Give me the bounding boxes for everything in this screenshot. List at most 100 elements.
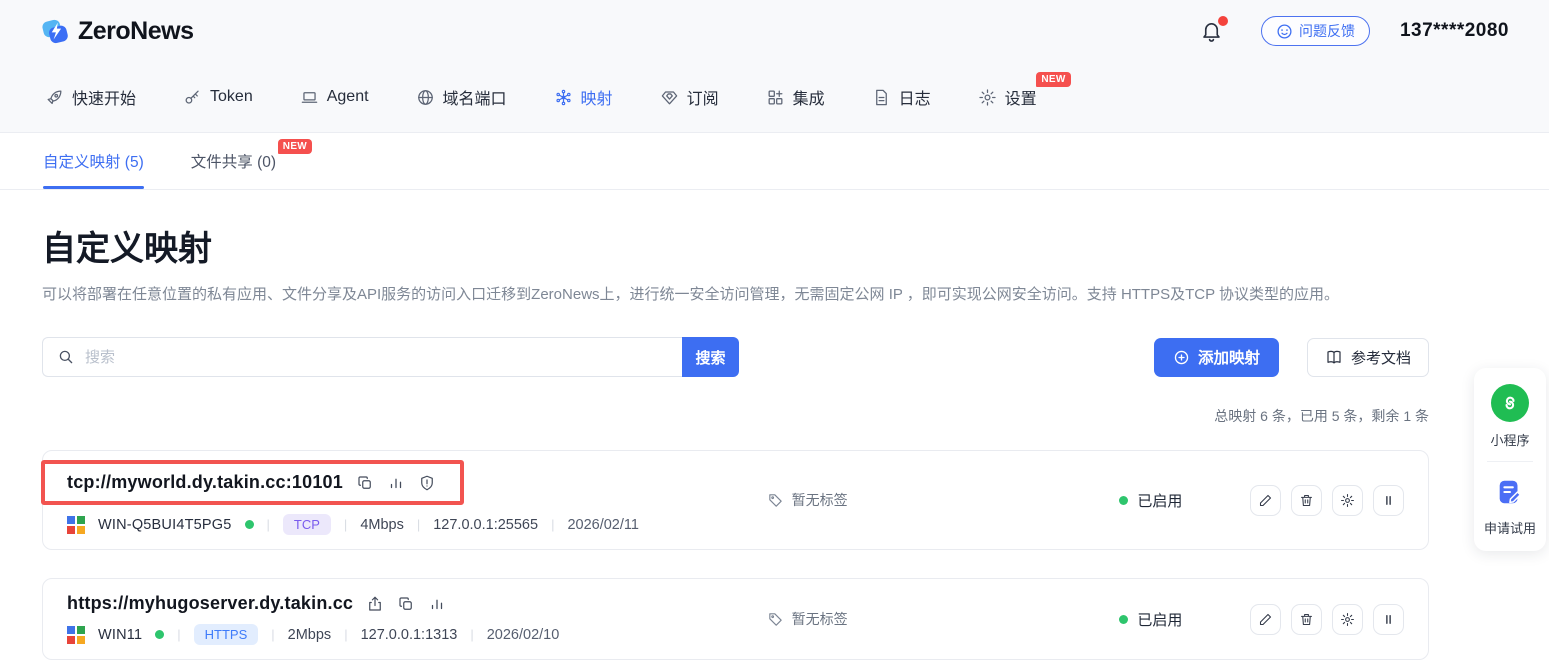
grid-plus-icon xyxy=(766,88,785,107)
mapping-row-left: tcp://myworld.dy.takin.cc:10101 WIN-Q5BU… xyxy=(41,460,767,535)
search-input[interactable] xyxy=(85,348,668,366)
protocol-badge: TCP xyxy=(282,514,331,535)
trial-doc-pencil-icon xyxy=(1491,474,1529,510)
nav-item-subscription[interactable]: 订阅 xyxy=(660,85,719,109)
nav-label: 订阅 xyxy=(686,91,719,108)
status-label: 已启用 xyxy=(1137,492,1183,510)
logo[interactable]: ZeroNews xyxy=(40,16,194,46)
local-address: 127.0.0.1:25565 xyxy=(433,516,539,533)
pause-button[interactable] xyxy=(1373,484,1404,516)
tag-label: 暂无标签 xyxy=(791,492,848,508)
mapping-details: WIN-Q5BUI4T5PG5 | TCP | 4Mbps | 127.0.0.… xyxy=(67,514,767,535)
pause-icon xyxy=(1386,495,1391,505)
trial-entry[interactable]: 申请试用 xyxy=(1474,474,1546,537)
floating-side-panel: 小程序 申请试用 xyxy=(1474,368,1546,551)
key-icon xyxy=(183,88,202,107)
add-mapping-button[interactable]: 添加映射 xyxy=(1153,337,1279,377)
nav-item-token[interactable]: Token xyxy=(183,88,253,107)
open-link-icon[interactable] xyxy=(366,595,384,613)
smiley-icon xyxy=(1276,23,1293,40)
pause-icon xyxy=(1386,614,1391,624)
book-icon xyxy=(1325,348,1343,366)
cluster-icon xyxy=(554,88,573,107)
miniprogram-entry[interactable]: 小程序 xyxy=(1474,384,1546,449)
url-line: tcp://myworld.dy.takin.cc:10101 xyxy=(67,472,436,493)
tab-label: 文件共享 (0) xyxy=(190,154,277,171)
page-title: 自定义映射 xyxy=(42,230,212,268)
mapping-row-left: https://myhugoserver.dy.takin.cc WIN11 |… xyxy=(67,593,767,645)
shield-alert-icon[interactable] xyxy=(418,474,436,492)
pencil-icon xyxy=(1259,613,1272,625)
main-content: 自定义映射 可以将部署在任意位置的私有应用、文件分享及API服务的访问入口迁移到… xyxy=(0,221,1549,660)
nav-label: Token xyxy=(210,88,253,105)
nav-item-settings[interactable]: 设置 NEW xyxy=(978,72,1071,109)
tag-section: 暂无标签 xyxy=(767,609,1120,629)
nav-item-integration[interactable]: 集成 xyxy=(766,85,825,109)
rocket-icon xyxy=(45,88,64,107)
plus-circle-icon xyxy=(1173,349,1190,366)
traffic-chart-icon[interactable] xyxy=(428,595,446,613)
status-dot xyxy=(1119,614,1129,624)
nav-item-mapping[interactable]: 映射 xyxy=(554,85,613,109)
tab-label: 自定义映射 (5) xyxy=(43,154,144,171)
config-button[interactable] xyxy=(1332,484,1363,516)
mapping-details: WIN11 | HTTPS | 2Mbps | 127.0.0.1:1313 |… xyxy=(67,624,767,645)
tab-custom-mapping[interactable]: 自定义映射 (5) xyxy=(43,133,144,189)
host-name: WIN-Q5BUI4T5PG5 xyxy=(98,516,232,533)
separator: | xyxy=(266,517,270,532)
separator: | xyxy=(343,517,348,532)
nav-label: 映射 xyxy=(580,91,613,108)
nav-label: 集成 xyxy=(792,91,825,108)
status-dot xyxy=(1119,495,1129,505)
edit-button[interactable] xyxy=(1250,484,1281,516)
separator: | xyxy=(271,627,275,642)
nav-item-quickstart[interactable]: 快速开始 xyxy=(45,85,136,109)
trial-label: 申请试用 xyxy=(1483,521,1536,536)
local-address: 127.0.0.1:1313 xyxy=(360,626,458,643)
nav-label: 设置 xyxy=(1004,91,1037,108)
tag-section: 暂无标签 xyxy=(767,490,1120,510)
nav-item-domain-port[interactable]: 域名端口 xyxy=(416,85,507,109)
delete-button[interactable] xyxy=(1291,484,1322,516)
feedback-label: 问题反馈 xyxy=(1298,23,1355,39)
host-online-dot xyxy=(244,520,254,529)
edit-button[interactable] xyxy=(1250,603,1281,635)
row-actions xyxy=(1250,603,1404,635)
gear-icon xyxy=(1341,493,1354,507)
windows-logo-icon xyxy=(67,515,85,534)
url-line: https://myhugoserver.dy.takin.cc xyxy=(67,593,767,614)
add-mapping-label: 添加映射 xyxy=(1197,350,1260,367)
separator: | xyxy=(416,517,421,532)
nav-item-logs[interactable]: 日志 xyxy=(872,85,931,109)
traffic-chart-icon[interactable] xyxy=(387,474,405,492)
nav-item-agent[interactable]: Agent xyxy=(300,88,369,107)
miniprogram-icon xyxy=(1491,384,1529,422)
copy-icon[interactable] xyxy=(397,595,415,613)
status-label: 已启用 xyxy=(1137,611,1183,629)
annotation-highlight-box: tcp://myworld.dy.takin.cc:10101 xyxy=(41,460,464,505)
mapping-url[interactable]: tcp://myworld.dy.takin.cc:10101 xyxy=(67,472,343,493)
document-icon xyxy=(872,88,891,107)
gear-icon xyxy=(978,88,997,107)
copy-icon[interactable] xyxy=(356,474,374,492)
trash-icon xyxy=(1300,494,1313,506)
tag-icon xyxy=(767,611,784,628)
tab-file-sharing[interactable]: 文件共享 (0) NEW xyxy=(190,133,313,189)
pause-button[interactable] xyxy=(1373,603,1404,635)
notification-bell-button[interactable] xyxy=(1200,15,1228,43)
separator: | xyxy=(344,627,348,642)
feedback-button[interactable]: 问题反馈 xyxy=(1260,16,1370,46)
gear-icon xyxy=(1341,612,1354,626)
config-button[interactable] xyxy=(1332,603,1363,635)
mapping-row: tcp://myworld.dy.takin.cc:10101 WIN-Q5BU… xyxy=(41,450,1429,550)
mapping-url[interactable]: https://myhugoserver.dy.takin.cc xyxy=(67,593,353,614)
delete-button[interactable] xyxy=(1291,603,1322,635)
search-button[interactable]: 搜索 xyxy=(682,337,739,377)
expiry-date: 2026/02/10 xyxy=(486,626,560,643)
separator: | xyxy=(470,627,474,642)
nav-label: 日志 xyxy=(898,91,931,108)
separator: | xyxy=(551,517,555,532)
user-phone[interactable]: 137****2080 xyxy=(1400,20,1509,42)
new-badge: NEW xyxy=(1036,72,1071,87)
reference-docs-button[interactable]: 参考文档 xyxy=(1306,337,1429,377)
